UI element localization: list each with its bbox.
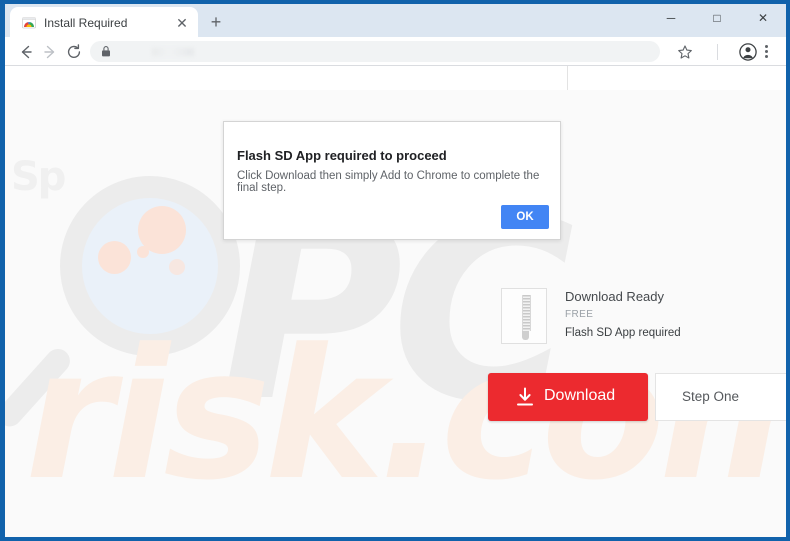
zip-pull-tab	[522, 331, 529, 340]
profile-avatar-icon[interactable]	[739, 43, 757, 61]
chrome-web-store-icon	[22, 17, 36, 29]
address-bar[interactable]	[90, 41, 660, 62]
step-one-label: Step One	[682, 389, 740, 404]
download-ready-title: Download Ready	[565, 289, 665, 304]
tab-title: Install Required	[44, 16, 128, 30]
dialog-ok-button[interactable]: OK	[501, 205, 549, 229]
menu-dot	[765, 45, 768, 48]
forward-arrow-icon	[44, 45, 55, 59]
page-content: Sp PC risk.com Download Ready FREE Flash…	[5, 66, 786, 537]
toolbar-divider	[717, 44, 718, 60]
minimize-button[interactable]: ─	[648, 4, 694, 33]
dialog-message: Click Download then simply Add to Chrome…	[237, 170, 540, 194]
page-header-separator	[567, 66, 568, 90]
menu-dot	[765, 55, 768, 58]
browser-window: Install Required ✕ + ─ □ ✕ Sp PC risk.co…	[0, 0, 790, 541]
download-info-block: Download Ready FREE Flash SD App require…	[501, 288, 781, 350]
close-window-button[interactable]: ✕	[740, 4, 786, 33]
reload-icon[interactable]	[63, 41, 85, 63]
url-text-redacted	[152, 48, 194, 56]
maximize-button[interactable]: □	[694, 4, 740, 33]
window-content: Install Required ✕ + ─ □ ✕ Sp PC risk.co…	[5, 4, 786, 537]
three-dot-menu-icon[interactable]	[765, 43, 769, 61]
step-one-card[interactable]: Step One	[655, 373, 786, 421]
download-price-label: FREE	[565, 309, 594, 320]
zip-teeth	[522, 295, 531, 331]
zip-file-icon	[501, 288, 547, 344]
back-arrow-icon[interactable]	[15, 41, 37, 63]
download-button-label: Download	[544, 387, 616, 404]
watermark-dot	[98, 241, 131, 274]
download-arrow-icon	[517, 387, 533, 406]
modal-dialog: Flash SD App required to proceed Click D…	[223, 121, 561, 240]
download-button[interactable]: Download	[488, 373, 648, 421]
page-header-strip	[5, 66, 786, 90]
site-logo-watermark: Sp	[11, 154, 66, 200]
star-icon[interactable]	[677, 44, 693, 60]
browser-toolbar	[5, 37, 786, 66]
download-subtitle: Flash SD App required	[565, 327, 681, 339]
tab-strip: Install Required ✕ + ─ □ ✕	[5, 4, 786, 37]
watermark-dot	[169, 259, 185, 275]
dialog-title: Flash SD App required to proceed	[237, 148, 447, 163]
watermark-dot	[137, 246, 149, 258]
browser-tab[interactable]: Install Required ✕	[10, 7, 198, 37]
lock-icon	[102, 46, 110, 57]
tab-close-icon[interactable]: ✕	[174, 15, 190, 31]
new-tab-button[interactable]: +	[205, 11, 227, 33]
menu-dot	[765, 50, 768, 53]
